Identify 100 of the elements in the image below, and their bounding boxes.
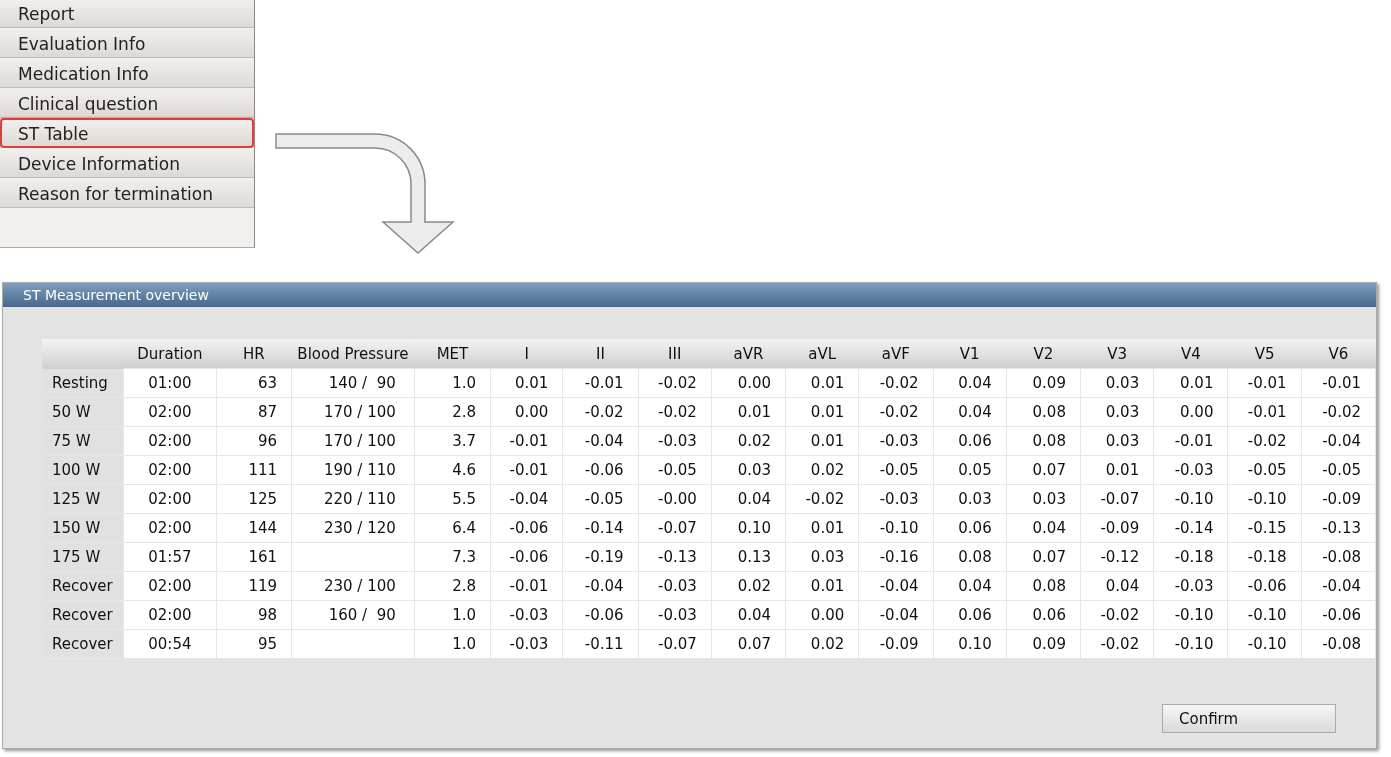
table-cell: 0.01 <box>1153 368 1228 398</box>
table-cell: 00:54 <box>123 629 217 659</box>
table-cell: -0.01 <box>562 368 639 398</box>
dialog-title: ST Measurement overview <box>3 283 1376 307</box>
table-cell: -0.01 <box>490 571 563 601</box>
table-cell: -0.14 <box>1153 513 1228 543</box>
column-header: aVL <box>785 339 859 369</box>
column-header: II <box>562 339 639 369</box>
table-cell: -0.05 <box>562 484 639 514</box>
table-cell: 01:00 <box>123 368 217 398</box>
table-cell: -0.10 <box>1153 484 1228 514</box>
table-cell: -0.04 <box>1301 571 1376 601</box>
table-cell: 0.04 <box>711 484 786 514</box>
table-cell: 2.8 <box>414 571 491 601</box>
table-cell: -0.02 <box>1080 600 1154 630</box>
table-cell: -0.02 <box>858 368 933 398</box>
table-cell: 0.07 <box>711 629 786 659</box>
table-cell: 0.00 <box>711 368 786 398</box>
table-cell: -0.05 <box>638 455 712 485</box>
table-cell: -0.04 <box>1301 426 1376 456</box>
confirm-button[interactable]: Confirm <box>1162 704 1336 733</box>
table-cell: -0.02 <box>858 397 933 427</box>
table-cell: -0.01 <box>1153 426 1228 456</box>
column-header: Duration <box>123 339 217 369</box>
table-cell: -0.03 <box>638 600 712 630</box>
table-cell: 0.08 <box>933 542 1007 572</box>
table-cell: 0.07 <box>1006 542 1081 572</box>
table-cell: 0.10 <box>711 513 786 543</box>
table-cell: 0.01 <box>785 426 859 456</box>
table-cell: -0.03 <box>638 426 712 456</box>
table-cell: -0.05 <box>1301 455 1376 485</box>
table-cell: 0.06 <box>933 600 1007 630</box>
table-cell: 01:57 <box>123 542 217 572</box>
table-cell: 0.01 <box>711 397 786 427</box>
table-cell: -0.01 <box>1227 368 1302 398</box>
table-cell: -0.02 <box>638 368 712 398</box>
column-header: Blood Pressure <box>291 339 415 369</box>
table-cell: -0.09 <box>1301 484 1376 514</box>
table-cell: -0.16 <box>858 542 933 572</box>
column-header: V6 <box>1301 339 1376 369</box>
table-cell: 125 <box>216 484 292 514</box>
table-cell: 0.01 <box>490 368 563 398</box>
table-cell: 02:00 <box>123 600 217 630</box>
table-cell: 87 <box>216 397 292 427</box>
table-cell: -0.04 <box>562 571 639 601</box>
table-cell: 1.0 <box>414 600 491 630</box>
column-header: V2 <box>1006 339 1081 369</box>
table-cell: -0.09 <box>1080 513 1154 543</box>
column-header: V5 <box>1227 339 1302 369</box>
table-cell: 0.10 <box>933 629 1007 659</box>
table-cell: 0.03 <box>933 484 1007 514</box>
table-cell: 170 / 100 <box>291 397 415 427</box>
table-cell: 02:00 <box>123 426 217 456</box>
table-cell: 95 <box>216 629 292 659</box>
table-cell: -0.06 <box>490 513 563 543</box>
table-cell: 0.01 <box>1080 455 1154 485</box>
column-header: III <box>638 339 712 369</box>
table-cell: -0.07 <box>1080 484 1154 514</box>
table-cell: -0.05 <box>1227 455 1302 485</box>
table-cell: -0.01 <box>490 426 563 456</box>
table-cell: -0.01 <box>1227 397 1302 427</box>
table-cell: 0.02 <box>711 426 786 456</box>
column-header: V4 <box>1153 339 1228 369</box>
table-cell: -0.08 <box>1301 542 1376 572</box>
table-cell: 63 <box>216 368 292 398</box>
table-cell: 02:00 <box>123 484 217 514</box>
table-cell: -0.04 <box>858 571 933 601</box>
table-cell: -0.06 <box>562 455 639 485</box>
table-cell: 0.07 <box>1006 455 1081 485</box>
table-cell: -0.18 <box>1227 542 1302 572</box>
table-cell: 0.02 <box>711 571 786 601</box>
table-cell: 2.8 <box>414 397 491 427</box>
menu-item[interactable]: ST Table <box>0 118 254 148</box>
table-cell: -0.08 <box>1301 629 1376 659</box>
table-cell: -0.04 <box>490 484 563 514</box>
table-cell: 0.03 <box>1080 368 1154 398</box>
table-cell: -0.09 <box>858 629 933 659</box>
table-cell: -0.00 <box>638 484 712 514</box>
table-cell: -0.13 <box>638 542 712 572</box>
table-cell: -0.07 <box>638 513 712 543</box>
table-cell: 0.06 <box>933 426 1007 456</box>
table-cell: -0.02 <box>1227 426 1302 456</box>
table-cell: -0.06 <box>1227 571 1302 601</box>
table-cell: 0.04 <box>711 600 786 630</box>
table-cell: 0.13 <box>711 542 786 572</box>
table-cell: 1.0 <box>414 368 491 398</box>
table-cell: -0.03 <box>1153 455 1228 485</box>
table-cell: 0.08 <box>1006 571 1081 601</box>
table-cell: 7.3 <box>414 542 491 572</box>
table-cell: -0.03 <box>858 484 933 514</box>
table-cell: 1.0 <box>414 629 491 659</box>
table-cell: 161 <box>216 542 292 572</box>
table-cell: 0.04 <box>933 368 1007 398</box>
table-cell: 0.03 <box>1006 484 1081 514</box>
table-cell: 02:00 <box>123 455 217 485</box>
column-header: MET <box>414 339 491 369</box>
table-cell: 119 <box>216 571 292 601</box>
table-cell: -0.04 <box>562 426 639 456</box>
table-cell: -0.10 <box>1153 600 1228 630</box>
table-cell: 0.01 <box>785 513 859 543</box>
